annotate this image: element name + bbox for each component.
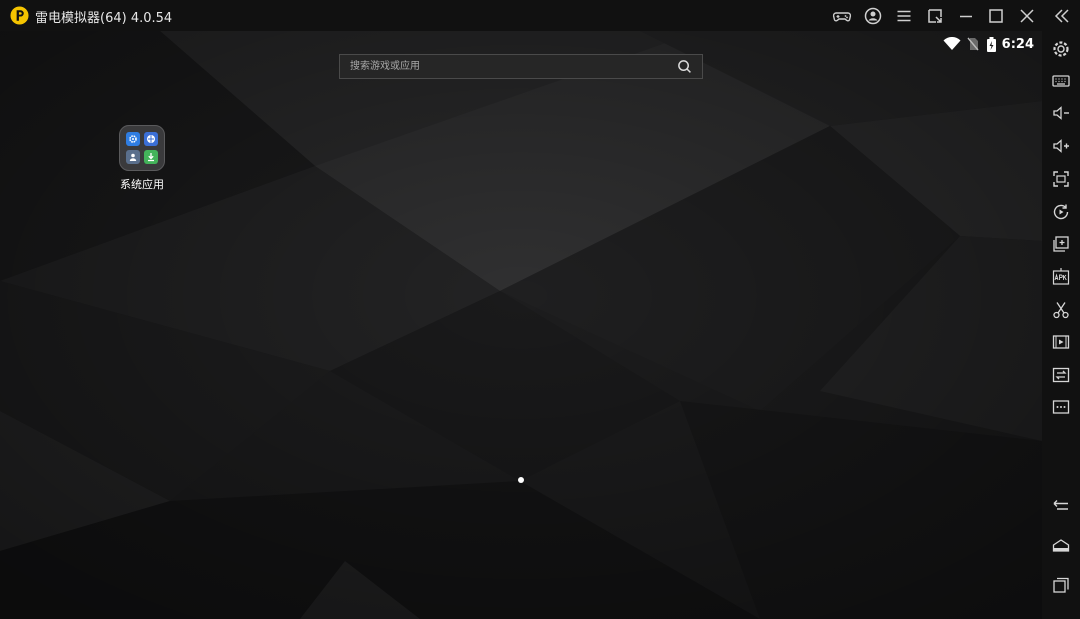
collapse-sidebar-icon[interactable] (1052, 6, 1072, 26)
back-icon[interactable] (1051, 496, 1071, 516)
no-sim-icon (967, 37, 979, 51)
sync-icon[interactable] (1051, 365, 1071, 385)
volume-down-icon[interactable] (1051, 103, 1071, 123)
search-bar[interactable] (339, 54, 703, 79)
more-icon[interactable] (1051, 397, 1071, 417)
settings-app-icon (126, 132, 140, 146)
search-icon[interactable] (677, 59, 692, 74)
recent-apps-icon[interactable] (1051, 575, 1071, 595)
gamepad-icon[interactable] (832, 6, 852, 26)
menu-icon[interactable] (894, 6, 914, 26)
video-record-icon[interactable] (1051, 332, 1071, 352)
status-bar: 6:24 (943, 35, 1034, 53)
battery-charging-icon (986, 36, 996, 52)
multi-instance-icon[interactable] (1051, 234, 1071, 254)
title-bar: 雷电模拟器(64) 4.0.54 (0, 0, 1080, 31)
downloads-app-icon (144, 150, 158, 164)
settings-icon[interactable] (1051, 39, 1071, 59)
keyboard-icon[interactable] (1051, 71, 1071, 91)
folder-icon[interactable] (119, 125, 165, 171)
search-input[interactable] (350, 55, 660, 78)
status-clock: 6:24 (1001, 36, 1034, 52)
wifi-icon (943, 37, 961, 50)
system-apps-folder[interactable]: 系统应用 (110, 125, 174, 192)
folder-label: 系统应用 (120, 178, 164, 191)
right-toolbar (1042, 31, 1080, 619)
restore-window-icon[interactable] (925, 6, 945, 26)
minimize-icon[interactable] (956, 6, 976, 26)
window-title: 雷电模拟器(64) 4.0.54 (35, 11, 173, 26)
volume-up-icon[interactable] (1051, 136, 1071, 156)
install-apk-icon[interactable] (1051, 267, 1071, 287)
screenshot-icon[interactable] (1051, 169, 1071, 189)
close-icon[interactable] (1017, 6, 1037, 26)
home-icon[interactable] (1051, 535, 1071, 555)
rotate-icon[interactable] (1051, 202, 1071, 222)
wallpaper (0, 31, 1042, 619)
maximize-icon[interactable] (986, 6, 1006, 26)
account-icon[interactable] (863, 6, 883, 26)
app-logo-icon (10, 6, 29, 25)
cut-icon[interactable] (1051, 300, 1071, 320)
page-indicator-dot (518, 477, 524, 483)
android-screen[interactable]: 6:24 系统应用 (0, 31, 1042, 619)
contacts-app-icon (126, 150, 140, 164)
browser-app-icon (144, 132, 158, 146)
